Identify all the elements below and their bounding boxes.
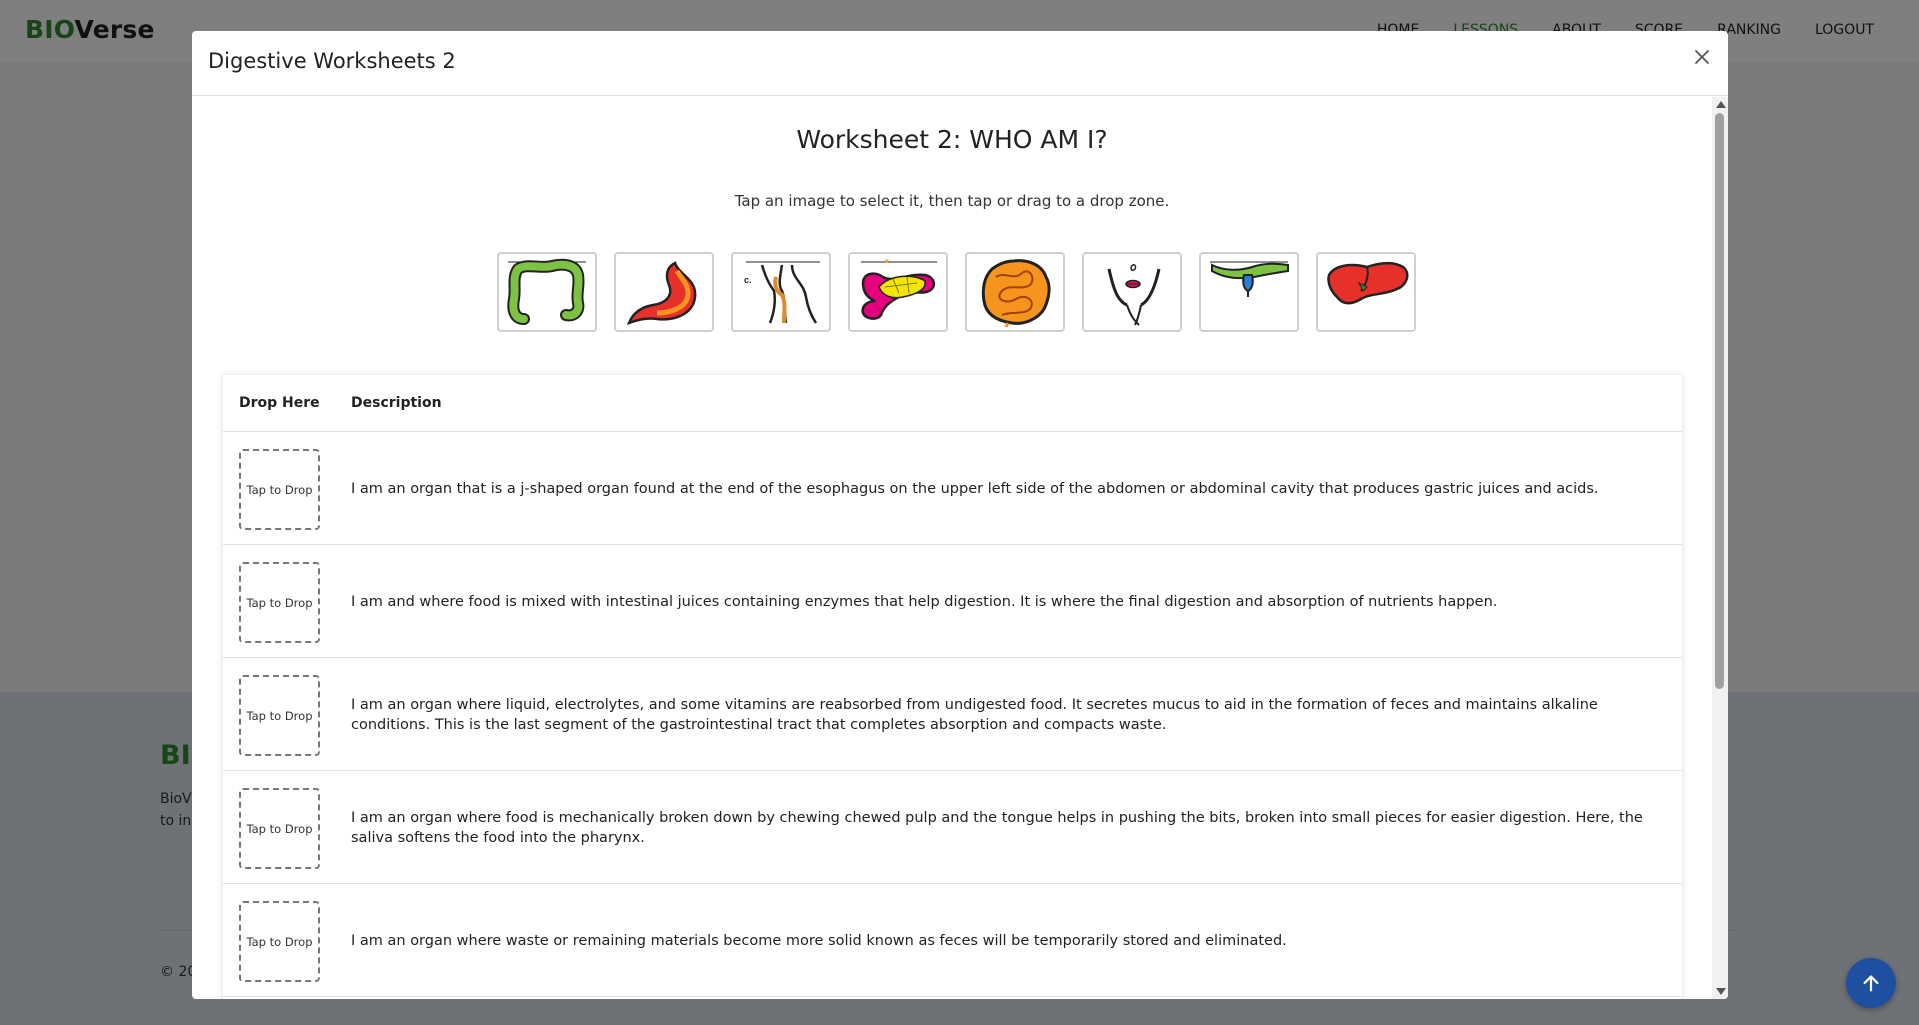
image-choices: c.: [497, 252, 1416, 332]
image-choice-esophagus[interactable]: c.: [731, 252, 831, 332]
scroll-down-arrow-icon[interactable]: [1716, 988, 1726, 995]
modal-header: Digestive Worksheets 2: [192, 31, 1728, 96]
image-choice-large-intestine[interactable]: [497, 252, 597, 332]
table-header: Drop Here Description: [223, 375, 1682, 432]
mouth-icon: [1107, 264, 1161, 326]
drop-zone[interactable]: Tap to Drop: [239, 901, 320, 982]
worksheet-title: Worksheet 2: WHO AM I?: [796, 125, 1108, 154]
modal-title: Digestive Worksheets 2: [208, 49, 456, 73]
modal-body: Worksheet 2: WHO AM I? Tap an image to s…: [192, 97, 1728, 999]
table-row: Tap to Drop I am an organ that is a j-sh…: [223, 432, 1682, 545]
table-row: Tap to Drop I am and where food is mixed…: [223, 545, 1682, 658]
liver-icon: [1327, 262, 1409, 305]
pancreas-icon: [861, 259, 937, 320]
close-icon: [1695, 50, 1709, 64]
arrow-up-icon: [1863, 975, 1879, 992]
row-description: I am an organ where waste or remaining m…: [351, 933, 1287, 949]
modal-scrollbar[interactable]: [1712, 97, 1728, 999]
image-choice-liver[interactable]: [1316, 252, 1416, 332]
row-description: I am an organ where food is mechanically…: [351, 810, 1643, 846]
row-description: I am and where food is mixed with intest…: [351, 594, 1498, 610]
row-description: I am an organ that is a j-shaped organ f…: [351, 481, 1599, 497]
image-label-c: c.: [744, 275, 752, 285]
rectum-icon: [1210, 261, 1289, 297]
table-row: Tap to Drop I am an organ where liquid, …: [223, 658, 1682, 771]
table-row: Tap to Drop I am an organ where food is …: [223, 771, 1682, 884]
scroll-to-top-button[interactable]: [1846, 958, 1896, 1008]
worksheet-instruction: Tap an image to select it, then tap or d…: [734, 192, 1170, 210]
esophagus-icon: c.: [744, 261, 820, 324]
image-choice-small-intestine[interactable]: [965, 252, 1065, 332]
image-choice-pancreas[interactable]: [848, 252, 948, 332]
drop-zone[interactable]: Tap to Drop: [239, 788, 320, 869]
column-header-description: Description: [351, 395, 442, 411]
row-description: I am an organ where liquid, electrolytes…: [351, 697, 1598, 733]
drop-zone[interactable]: Tap to Drop: [239, 675, 320, 756]
large-intestine-icon: [507, 258, 586, 325]
scrollbar-thumb[interactable]: [1715, 113, 1724, 689]
worksheet-modal: Digestive Worksheets 2 Worksheet 2: WHO …: [192, 31, 1728, 999]
image-choice-mouth[interactable]: [1082, 252, 1182, 332]
table-row: Tap to Drop I am an organ where waste or…: [223, 884, 1682, 997]
stomach-icon: [626, 261, 697, 326]
small-intestine-icon: [981, 259, 1051, 327]
image-choice-rectum[interactable]: [1199, 252, 1299, 332]
scroll-up-arrow-icon[interactable]: [1716, 101, 1726, 108]
drop-zone[interactable]: Tap to Drop: [239, 449, 320, 530]
drop-zone[interactable]: Tap to Drop: [239, 562, 320, 643]
modal-close-button[interactable]: [1690, 45, 1714, 69]
column-header-drop: Drop Here: [239, 395, 320, 411]
worksheet-table: Drop Here Description Tap to Drop I am a…: [223, 375, 1682, 999]
image-choice-stomach[interactable]: [614, 252, 714, 332]
